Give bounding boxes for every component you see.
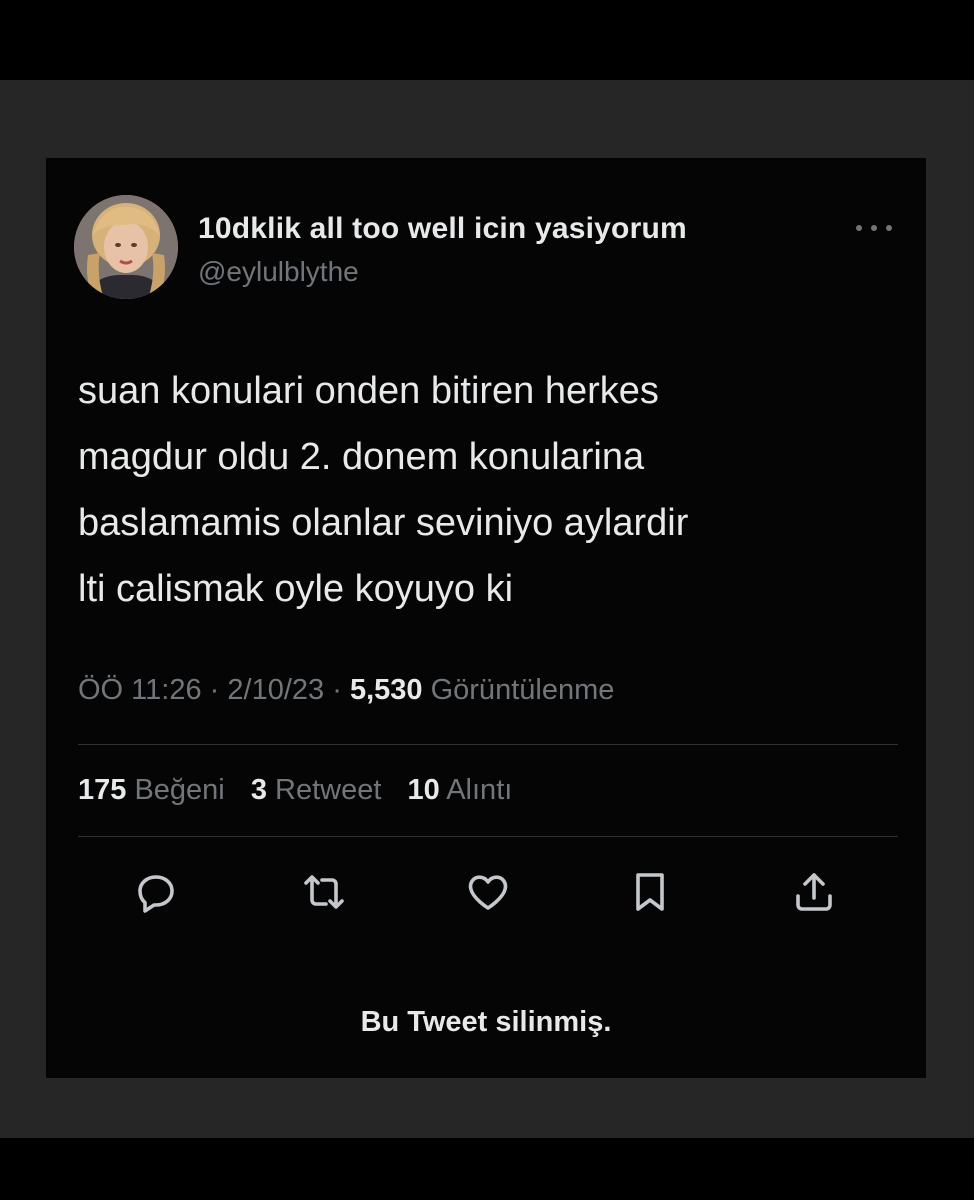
tweet-meta: ÖÖ 11:26 · 2/10/23 · 5,530 Görüntülenme <box>78 674 614 707</box>
likes-count: 175 <box>78 774 127 806</box>
tweet-date[interactable]: 2/10/23 <box>227 674 324 706</box>
likes-label: Beğeni <box>134 774 225 806</box>
retweet-icon[interactable] <box>300 868 348 916</box>
tweet-card: 10dklik all too well icin yasiyorum @eyl… <box>46 158 926 1078</box>
display-name[interactable]: 10dklik all too well icin yasiyorum <box>198 212 687 246</box>
tweet-text-line: suan konulari onden bitiren herkes <box>78 370 659 412</box>
reply-icon[interactable] <box>132 868 180 916</box>
meta-separator: · <box>332 674 342 706</box>
tweet-text: suan konulari onden bitiren herkes magdu… <box>78 358 898 622</box>
share-icon[interactable] <box>790 868 838 916</box>
tweet-text-line: lti calismak oyle koyuyo ki <box>78 568 514 610</box>
retweets-label: Retweet <box>275 774 382 806</box>
quotes-stat[interactable]: 10 Alıntı <box>407 774 512 806</box>
avatar[interactable] <box>74 195 178 299</box>
views-count: 5,530 <box>349 674 423 706</box>
divider <box>78 744 898 745</box>
retweets-count: 3 <box>250 774 267 806</box>
deleted-notice: Bu Tweet silinmiş. <box>360 1006 612 1038</box>
quotes-count: 10 <box>407 774 440 806</box>
meta-separator: · <box>209 674 220 706</box>
views-label: Görüntülenme <box>430 674 615 706</box>
screenshot-frame: 10dklik all too well icin yasiyorum @eyl… <box>0 80 974 1138</box>
action-bar <box>46 858 926 928</box>
user-handle[interactable]: @eylulblythe <box>198 256 359 288</box>
bookmark-icon[interactable] <box>626 868 674 916</box>
tweet-text-line: baslamamis olanlar seviniyo aylardir <box>78 502 689 544</box>
tweet-time[interactable]: ÖÖ 11:26 <box>78 674 202 706</box>
tweet-text-line: magdur oldu 2. donem konularina <box>78 436 645 478</box>
more-options-icon[interactable] <box>856 218 892 238</box>
quotes-label: Alıntı <box>446 774 513 806</box>
more-dot <box>856 225 862 231</box>
engagement-stats: 175 Beğeni 3 Retweet 10 Alıntı <box>78 774 512 807</box>
avatar-image <box>74 195 178 299</box>
likes-stat[interactable]: 175 Beğeni <box>78 774 225 806</box>
more-dot <box>886 225 892 231</box>
like-icon[interactable] <box>464 868 512 916</box>
divider <box>78 836 898 837</box>
more-dot <box>871 225 877 231</box>
retweets-stat[interactable]: 3 Retweet <box>251 774 382 806</box>
